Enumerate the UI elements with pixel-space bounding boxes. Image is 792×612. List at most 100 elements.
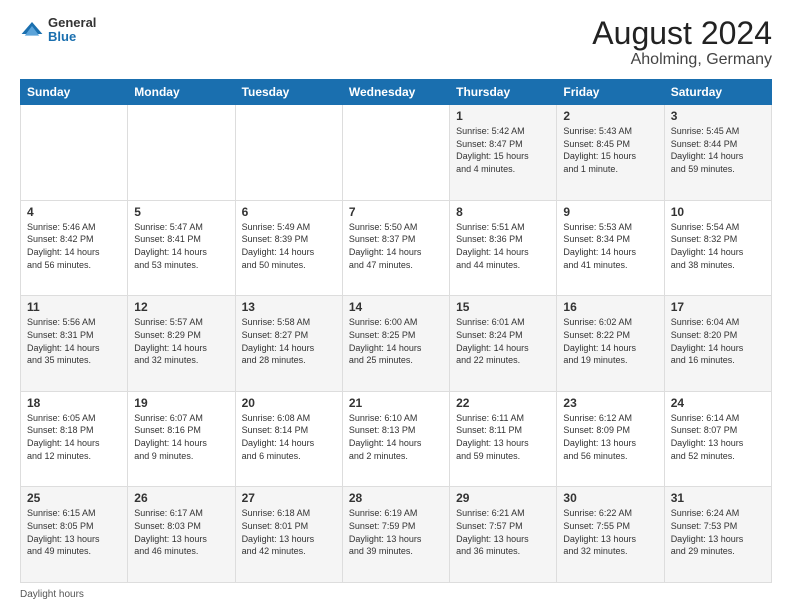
day-number: 21 [349,396,443,410]
day-cell: 30Sunrise: 6:22 AMSunset: 7:55 PMDayligh… [557,487,664,583]
day-number: 3 [671,109,765,123]
day-info: Sunrise: 5:43 AMSunset: 8:45 PMDaylight:… [563,125,657,175]
day-number: 24 [671,396,765,410]
week-row-4: 18 Sunrise: 6:05 AMSunset: 8:18 PMDayligh… [21,391,772,487]
day-cell [128,105,235,201]
day-cell: 15 Sunrise: 6:01 AMSunset: 8:24 PMDayligh… [450,296,557,392]
day-cell: 8Sunrise: 5:51 AMSunset: 8:36 PMDaylight… [450,200,557,296]
day-info: Sunrise: 5:50 AMSunset: 8:37 PMDaylight:… [349,221,443,271]
calendar-header: Sunday Monday Tuesday Wednesday Thursday… [21,80,772,105]
day-info: Sunrise: 6:05 AMSunset: 8:18 PMDaylight:… [27,412,121,462]
day-cell [21,105,128,201]
logo-blue-text: Blue [48,30,96,44]
day-info: Sunrise: 5:58 AMSunset: 8:27 PMDaylight:… [242,316,336,366]
day-number: 16 [563,300,657,314]
day-cell: 21 Sunrise: 6:10 AMSunset: 8:13 PMDayligh… [342,391,449,487]
day-info: Sunrise: 5:57 AMSunset: 8:29 PMDaylight:… [134,316,228,366]
day-cell: 4Sunrise: 5:46 AMSunset: 8:42 PMDaylight… [21,200,128,296]
day-cell: 16 Sunrise: 6:02 AMSunset: 8:22 PMDayligh… [557,296,664,392]
day-info: Sunrise: 6:19 AMSunset: 7:59 PMDaylight:… [349,507,443,557]
day-info: Sunrise: 6:02 AMSunset: 8:22 PMDaylight:… [563,316,657,366]
day-cell: 25 Sunrise: 6:15 AMSunset: 8:05 PMDayligh… [21,487,128,583]
day-number: 2 [563,109,657,123]
week-row-2: 4Sunrise: 5:46 AMSunset: 8:42 PMDaylight… [21,200,772,296]
day-number: 31 [671,491,765,505]
day-info: Sunrise: 6:24 AMSunset: 7:53 PMDaylight:… [671,507,765,557]
day-cell: 17Sunrise: 6:04 AMSunset: 8:20 PMDayligh… [664,296,771,392]
week-row-3: 11Sunrise: 5:56 AMSunset: 8:31 PMDayligh… [21,296,772,392]
day-cell [342,105,449,201]
day-cell: 14 Sunrise: 6:00 AMSunset: 8:25 PMDayligh… [342,296,449,392]
day-number: 27 [242,491,336,505]
header-wednesday: Wednesday [342,80,449,105]
day-number: 11 [27,300,121,314]
day-cell: 12 Sunrise: 5:57 AMSunset: 8:29 PMDayligh… [128,296,235,392]
day-number: 17 [671,300,765,314]
logo: General Blue [20,16,96,45]
header-saturday: Saturday [664,80,771,105]
week-row-5: 25 Sunrise: 6:15 AMSunset: 8:05 PMDayligh… [21,487,772,583]
day-cell [235,105,342,201]
day-cell: 2 Sunrise: 5:43 AMSunset: 8:45 PMDaylight… [557,105,664,201]
day-info: Sunrise: 5:54 AMSunset: 8:32 PMDaylight:… [671,221,765,271]
header-monday: Monday [128,80,235,105]
day-cell: 22Sunrise: 6:11 AMSunset: 8:11 PMDayligh… [450,391,557,487]
header-friday: Friday [557,80,664,105]
day-cell: 23Sunrise: 6:12 AMSunset: 8:09 PMDayligh… [557,391,664,487]
day-cell: 11Sunrise: 5:56 AMSunset: 8:31 PMDayligh… [21,296,128,392]
day-number: 18 [27,396,121,410]
day-number: 4 [27,205,121,219]
day-cell: 9 Sunrise: 5:53 AMSunset: 8:34 PMDaylight… [557,200,664,296]
header-tuesday: Tuesday [235,80,342,105]
day-number: 15 [456,300,550,314]
day-number: 26 [134,491,228,505]
day-info: Sunrise: 6:10 AMSunset: 8:13 PMDaylight:… [349,412,443,462]
day-info: Sunrise: 5:47 AMSunset: 8:41 PMDaylight:… [134,221,228,271]
day-cell: 19Sunrise: 6:07 AMSunset: 8:16 PMDayligh… [128,391,235,487]
day-cell: 7 Sunrise: 5:50 AMSunset: 8:37 PMDaylight… [342,200,449,296]
subtitle: Aholming, Germany [592,51,772,69]
calendar: Sunday Monday Tuesday Wednesday Thursday… [20,79,772,583]
day-number: 12 [134,300,228,314]
day-cell: 1Sunrise: 5:42 AMSunset: 8:47 PMDaylight… [450,105,557,201]
main-title: August 2024 [592,16,772,51]
day-cell: 24 Sunrise: 6:14 AMSunset: 8:07 PMDayligh… [664,391,771,487]
day-number: 9 [563,205,657,219]
day-cell: 10 Sunrise: 5:54 AMSunset: 8:32 PMDayligh… [664,200,771,296]
day-number: 14 [349,300,443,314]
day-number: 10 [671,205,765,219]
day-info: Sunrise: 6:01 AMSunset: 8:24 PMDaylight:… [456,316,550,366]
logo-general-text: General [48,16,96,30]
day-number: 25 [27,491,121,505]
day-cell: 29 Sunrise: 6:21 AMSunset: 7:57 PMDayligh… [450,487,557,583]
page: General Blue August 2024 Aholming, Germa… [0,0,792,612]
footer: Daylight hours [20,589,772,600]
days-row: Sunday Monday Tuesday Wednesday Thursday… [21,80,772,105]
day-info: Sunrise: 6:14 AMSunset: 8:07 PMDaylight:… [671,412,765,462]
day-info: Sunrise: 5:45 AMSunset: 8:44 PMDaylight:… [671,125,765,175]
calendar-table: Sunday Monday Tuesday Wednesday Thursday… [20,79,772,583]
day-number: 8 [456,205,550,219]
day-cell: 3 Sunrise: 5:45 AMSunset: 8:44 PMDaylight… [664,105,771,201]
logo-text: General Blue [48,16,96,45]
day-info: Sunrise: 6:15 AMSunset: 8:05 PMDaylight:… [27,507,121,557]
day-info: Sunrise: 6:18 AMSunset: 8:01 PMDaylight:… [242,507,336,557]
day-number: 29 [456,491,550,505]
day-info: Sunrise: 6:22 AMSunset: 7:55 PMDaylight:… [563,507,657,557]
day-number: 13 [242,300,336,314]
day-cell: 18 Sunrise: 6:05 AMSunset: 8:18 PMDayligh… [21,391,128,487]
day-cell: 28 Sunrise: 6:19 AMSunset: 7:59 PMDayligh… [342,487,449,583]
day-info: Sunrise: 6:17 AMSunset: 8:03 PMDaylight:… [134,507,228,557]
day-number: 19 [134,396,228,410]
day-number: 23 [563,396,657,410]
day-cell: 20Sunrise: 6:08 AMSunset: 8:14 PMDayligh… [235,391,342,487]
title-block: August 2024 Aholming, Germany [592,16,772,69]
day-number: 6 [242,205,336,219]
calendar-body: 1Sunrise: 5:42 AMSunset: 8:47 PMDaylight… [21,105,772,583]
day-number: 7 [349,205,443,219]
day-info: Sunrise: 5:53 AMSunset: 8:34 PMDaylight:… [563,221,657,271]
day-number: 22 [456,396,550,410]
day-info: Sunrise: 6:21 AMSunset: 7:57 PMDaylight:… [456,507,550,557]
day-number: 28 [349,491,443,505]
day-info: Sunrise: 6:00 AMSunset: 8:25 PMDaylight:… [349,316,443,366]
